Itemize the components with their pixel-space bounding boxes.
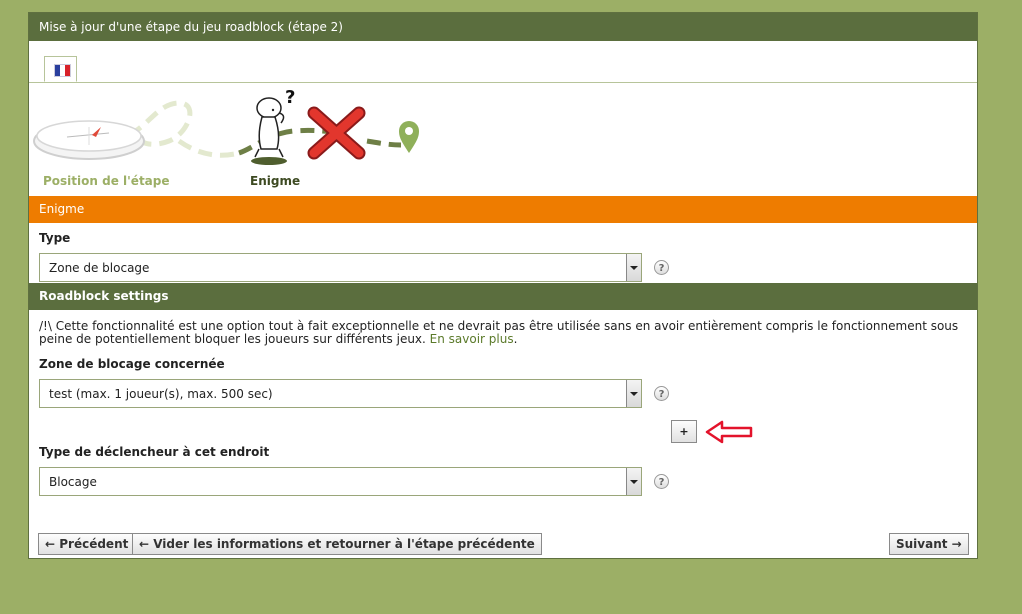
red-arrow-annotation-icon bbox=[705, 420, 753, 444]
help-icon[interactable]: ? bbox=[654, 474, 669, 489]
tab-french[interactable] bbox=[44, 56, 77, 82]
learn-more-link[interactable]: En savoir plus bbox=[430, 332, 514, 346]
thinking-character-icon: ? bbox=[251, 87, 295, 165]
form-panel: Mise à jour d'une étape du jeu roadblock… bbox=[28, 12, 978, 559]
help-icon[interactable]: ? bbox=[654, 386, 669, 401]
clear-and-back-button[interactable]: ← Vider les informations et retourner à … bbox=[132, 533, 542, 555]
trigger-select[interactable]: Blocage bbox=[39, 467, 642, 496]
flag-fr-icon bbox=[54, 64, 71, 77]
chevron-down-icon[interactable] bbox=[626, 468, 641, 495]
warning-period: . bbox=[513, 332, 518, 346]
zone-select[interactable]: test (max. 1 joueur(s), max. 500 sec) bbox=[39, 379, 642, 408]
map-pin-icon bbox=[399, 121, 419, 153]
step-enigme-label: Enigme bbox=[250, 174, 301, 188]
type-select-value: Zone de blocage bbox=[49, 261, 150, 275]
chevron-down-icon[interactable] bbox=[626, 254, 641, 281]
step-position-label[interactable]: Position de l'étape bbox=[43, 174, 170, 188]
enigme-section-header: Enigme bbox=[29, 196, 977, 223]
zone-label: Zone de blocage concernée bbox=[39, 357, 225, 371]
svg-text:?: ? bbox=[285, 87, 295, 108]
next-button[interactable]: Suivant → bbox=[889, 533, 969, 555]
roadblock-section-header: Roadblock settings bbox=[29, 283, 977, 310]
blocked-x-icon bbox=[307, 106, 366, 160]
help-icon[interactable]: ? bbox=[654, 260, 669, 275]
chevron-down-icon[interactable] bbox=[626, 380, 641, 407]
page-title: Mise à jour d'une étape du jeu roadblock… bbox=[29, 13, 977, 41]
warning-text: /!\ Cette fonctionnalité est une option … bbox=[29, 310, 977, 346]
add-zone-button[interactable]: + bbox=[671, 420, 697, 443]
type-label: Type bbox=[39, 231, 71, 245]
previous-button[interactable]: ← Précédent bbox=[38, 533, 136, 555]
compass-icon bbox=[33, 120, 145, 160]
step-progress: ? Position de l'étape Enigme bbox=[29, 83, 977, 196]
language-tabs bbox=[29, 41, 977, 83]
zone-select-value: test (max. 1 joueur(s), max. 500 sec) bbox=[49, 387, 273, 401]
trigger-label: Type de déclencheur à cet endroit bbox=[39, 445, 270, 459]
trigger-select-value: Blocage bbox=[49, 475, 97, 489]
type-select[interactable]: Zone de blocage bbox=[39, 253, 642, 282]
